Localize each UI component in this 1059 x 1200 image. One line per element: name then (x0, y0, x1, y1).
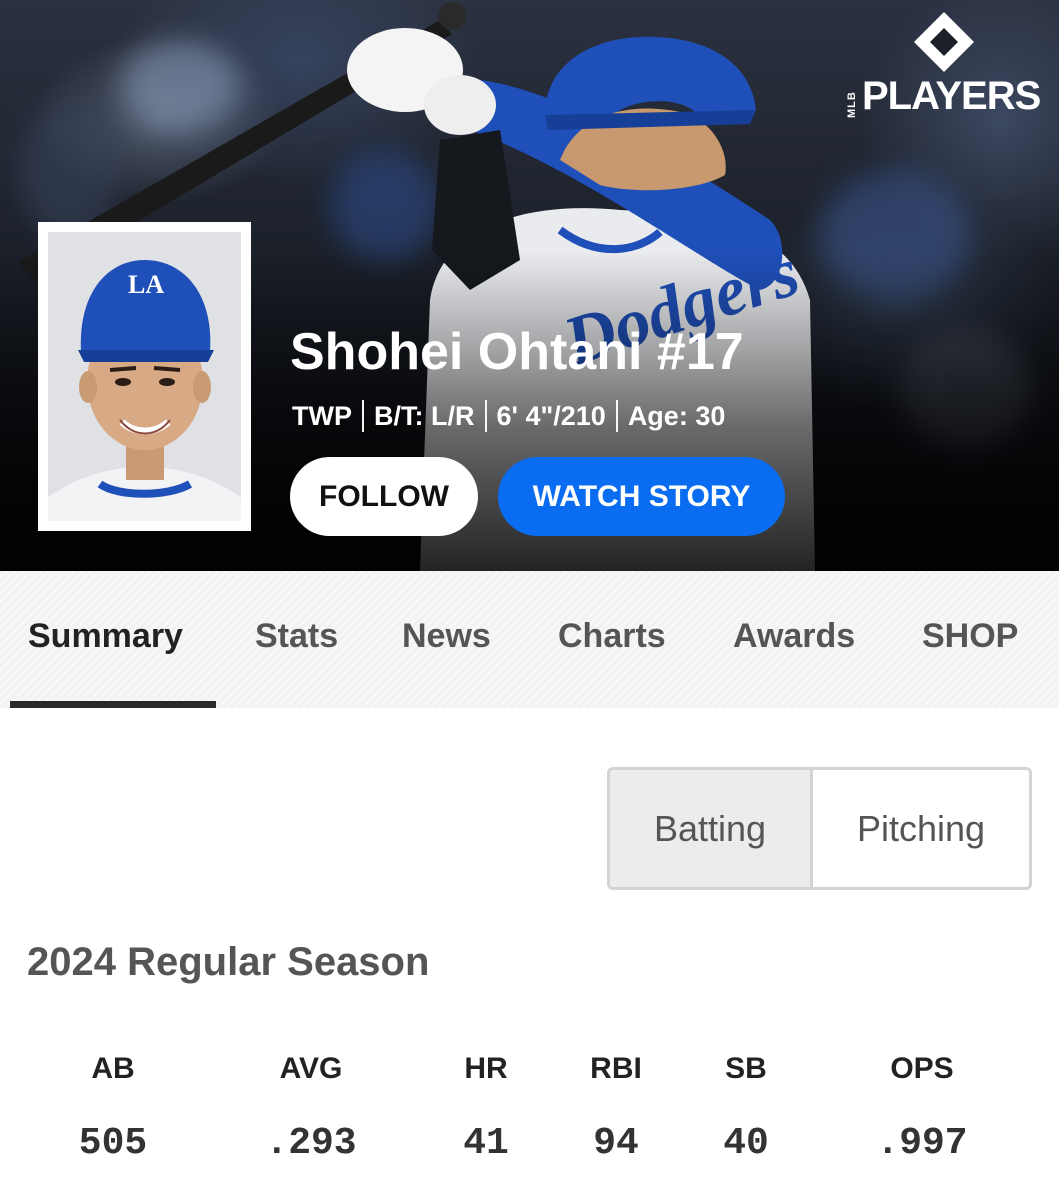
batting-toggle-button[interactable]: Batting (610, 770, 813, 887)
watch-story-button[interactable]: WATCH STORY (498, 457, 785, 536)
bio-divider (362, 400, 364, 432)
player-name: Shohei Ohtani #17 (290, 323, 744, 381)
diamond-logo-icon (914, 12, 974, 72)
mlb-players-logo[interactable]: MLB PLAYERS (846, 8, 1044, 118)
stat-value-sb: 40 (723, 1122, 769, 1165)
pitching-toggle-button[interactable]: Pitching (813, 770, 1029, 887)
bio-height-weight: 6' 4"/210 (496, 400, 606, 431)
batting-pitching-toggle: Batting Pitching (607, 767, 1032, 890)
stat-value-avg: .293 (265, 1122, 357, 1165)
bio-bats-throws: B/T: L/R (374, 400, 475, 431)
stat-value-ab: 505 (78, 1122, 148, 1165)
bio-age: Age: 30 (627, 400, 726, 431)
stat-value-ops: .997 (876, 1122, 968, 1165)
player-headshot: LA (38, 222, 251, 531)
tab-charts[interactable]: Charts (558, 617, 666, 656)
active-tab-indicator (10, 701, 216, 708)
bio-position: TWP (292, 400, 352, 431)
follow-button[interactable]: FOLLOW (290, 457, 478, 536)
logo-players-text: PLAYERS (862, 74, 1041, 118)
tab-stats[interactable]: Stats (255, 617, 338, 656)
tab-awards[interactable]: Awards (733, 617, 855, 656)
tab-news[interactable]: News (402, 617, 491, 656)
tab-summary[interactable]: Summary (28, 617, 183, 656)
player-hero: Dodgers MLB PLAYERS (0, 0, 1059, 571)
bio-divider (484, 400, 487, 432)
cap-logo-text: LA (128, 270, 165, 299)
stat-label-avg: AVG (279, 1052, 343, 1085)
bio-divider (615, 400, 618, 432)
logo-mlb-text: MLB (846, 91, 858, 118)
season-title: 2024 Regular Season (27, 940, 430, 984)
player-tab-bar: Summary Stats News Charts Awards SHOP (0, 571, 1059, 708)
stat-label-sb: SB (725, 1052, 767, 1085)
stat-label-ab: AB (91, 1052, 135, 1085)
tab-shop[interactable]: SHOP (922, 617, 1018, 656)
stat-label-ops: OPS (890, 1052, 954, 1085)
player-bio: TWP B/T: L/R 6' 4"/210 Age: 30 (292, 398, 725, 434)
